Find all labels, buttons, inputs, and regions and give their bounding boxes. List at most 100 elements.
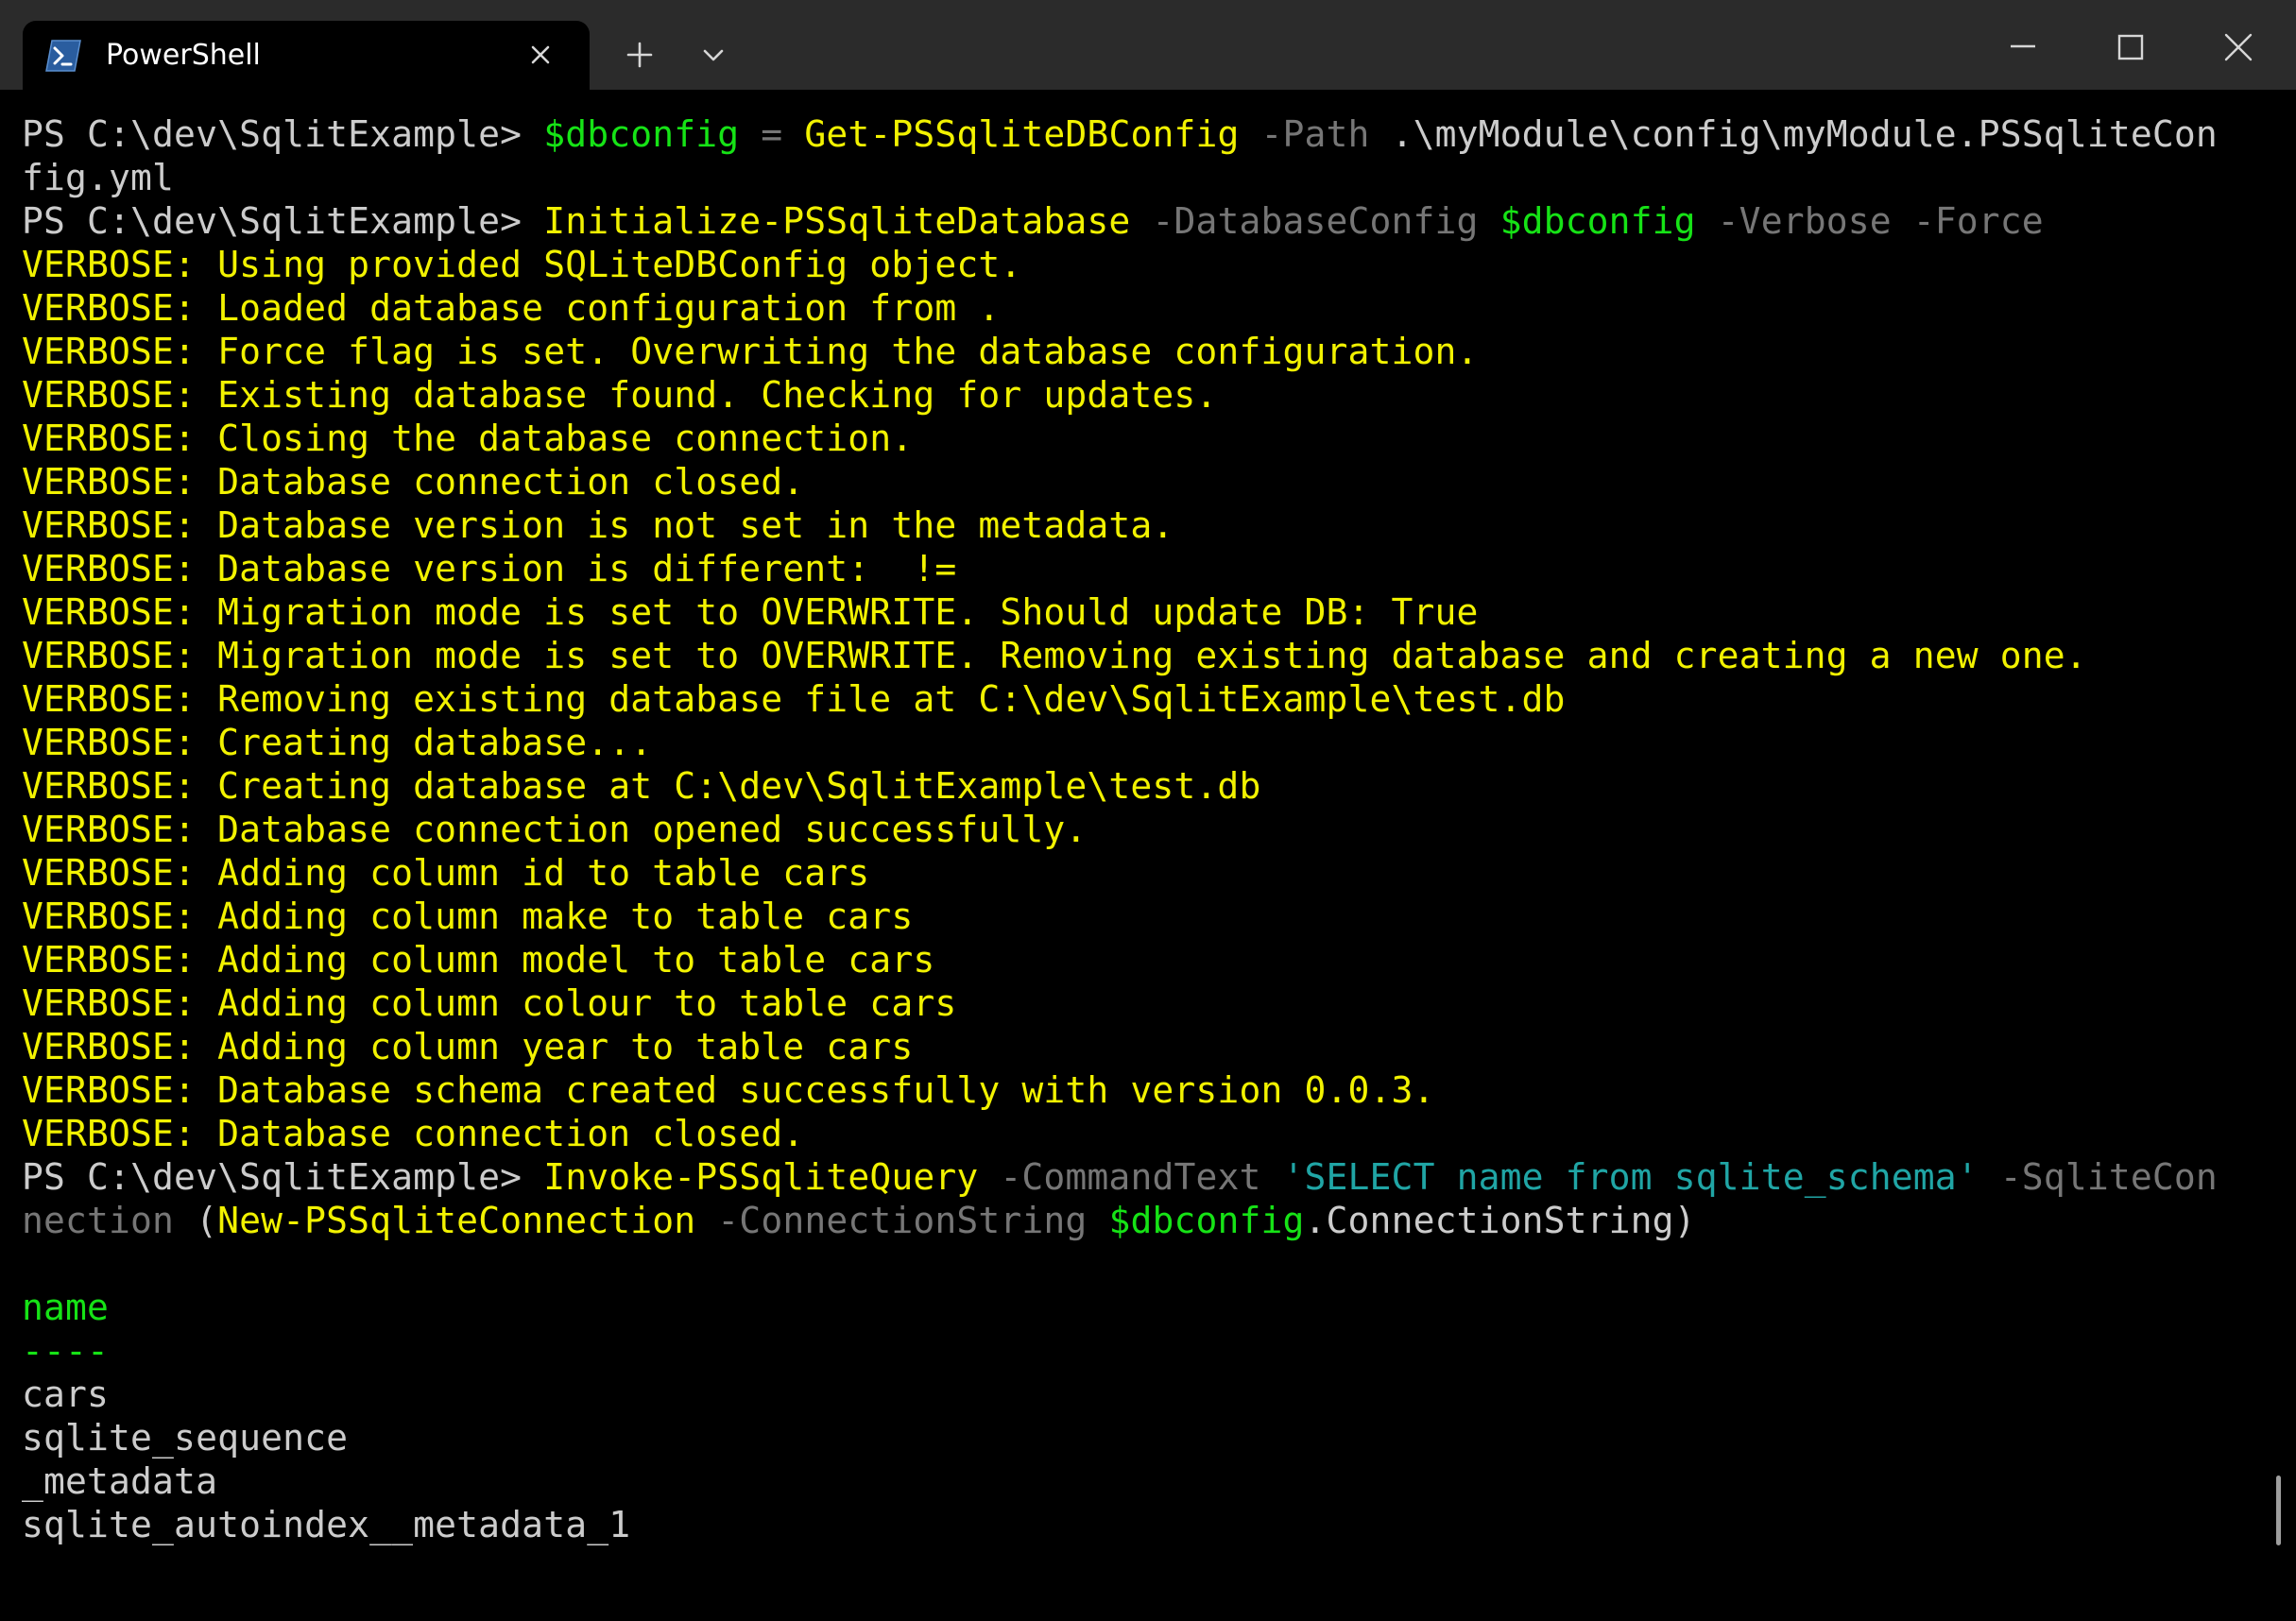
terminal-text: .ConnectionString) xyxy=(1304,1200,1696,1241)
terminal-text: fig.yml xyxy=(22,157,175,198)
terminal-line: sqlite_sequence xyxy=(22,1416,2218,1459)
terminal-text: Initialize-PSSqliteDatabase xyxy=(543,200,1131,242)
scrollbar-thumb[interactable] xyxy=(2276,1476,2281,1545)
terminal-line: VERBOSE: Adding column id to table cars xyxy=(22,851,2218,895)
terminal-line: VERBOSE: Force flag is set. Overwriting … xyxy=(22,330,2218,373)
terminal-text: 'SELECT name from sqlite_schema' xyxy=(1282,1156,1979,1198)
terminal-line: VERBOSE: Loaded database configuration f… xyxy=(22,286,2218,330)
terminal-lines: PS C:\dev\SqlitExample> $dbconfig = Get-… xyxy=(22,112,2218,1546)
terminal-line: VERBOSE: Database schema created success… xyxy=(22,1068,2218,1112)
terminal-text: PS C:\dev\SqlitExample> xyxy=(22,200,544,242)
terminal-text: VERBOSE: Database version is different: … xyxy=(22,548,957,589)
terminal-text: _metadata xyxy=(22,1460,218,1502)
terminal-text: VERBOSE: Force flag is set. Overwriting … xyxy=(22,331,1479,372)
terminal-line: PS C:\dev\SqlitExample> Invoke-PSSqliteQ… xyxy=(22,1155,2218,1199)
tab-dropdown-button[interactable] xyxy=(696,42,730,70)
terminal-text: ---- xyxy=(22,1330,110,1372)
terminal-text: VERBOSE: Database connection closed. xyxy=(22,1113,805,1154)
terminal-text: Invoke-PSSqliteQuery xyxy=(543,1156,979,1198)
terminal-output[interactable]: PS C:\dev\SqlitExample> $dbconfig = Get-… xyxy=(0,90,2296,1621)
terminal-line: sqlite_autoindex__metadata_1 xyxy=(22,1503,2218,1546)
terminal-text: $dbconfig xyxy=(1108,1200,1305,1241)
terminal-text: ( xyxy=(174,1200,218,1241)
terminal-line: VERBOSE: Adding column colour to table c… xyxy=(22,981,2218,1025)
terminal-text: -DatabaseConfig xyxy=(1152,200,1479,242)
terminal-text: VERBOSE: Adding column year to table car… xyxy=(22,1026,914,1067)
terminal-text: Get-PSSqliteDBConfig xyxy=(804,113,1240,155)
terminal-text: nection xyxy=(22,1200,175,1241)
maximize-button[interactable] xyxy=(2114,30,2148,64)
tab-powershell[interactable]: PowerShell xyxy=(23,21,590,90)
terminal-line: VERBOSE: Using provided SQLiteDBConfig o… xyxy=(22,243,2218,286)
terminal-line: fig.yml xyxy=(22,156,2218,199)
terminal-text: = xyxy=(761,113,783,155)
terminal-line: VERBOSE: Creating database... xyxy=(22,721,2218,764)
chevron-down-icon xyxy=(696,42,730,70)
terminal-text: -SqliteCon xyxy=(1999,1156,2218,1198)
terminal-text: VERBOSE: Adding column id to table cars xyxy=(22,852,870,894)
minimize-button[interactable] xyxy=(2006,28,2040,62)
terminal-text: -Verbose xyxy=(1717,200,1892,242)
terminal-text: VERBOSE: Loaded database configuration f… xyxy=(22,287,1001,329)
terminal-text: VERBOSE: Closing the database connection… xyxy=(22,418,914,459)
terminal-line: VERBOSE: Removing existing database file… xyxy=(22,677,2218,721)
terminal-text: sqlite_sequence xyxy=(22,1417,349,1459)
terminal-line: VERBOSE: Database connection closed. xyxy=(22,1112,2218,1155)
close-window-button[interactable] xyxy=(2221,30,2255,64)
terminal-line: VERBOSE: Database version is different: … xyxy=(22,547,2218,590)
close-icon xyxy=(2221,30,2255,64)
plus-icon xyxy=(623,38,657,72)
maximize-icon xyxy=(2114,30,2148,64)
terminal-line: VERBOSE: Database version is not set in … xyxy=(22,503,2218,547)
terminal-text: VERBOSE: Using provided SQLiteDBConfig o… xyxy=(22,244,1022,285)
terminal-line: VERBOSE: Adding column make to table car… xyxy=(22,895,2218,938)
terminal-line: name xyxy=(22,1286,2218,1329)
terminal-text: VERBOSE: Adding column colour to table c… xyxy=(22,982,957,1024)
tab-close-icon[interactable] xyxy=(523,38,557,72)
terminal-text: VERBOSE: Adding column make to table car… xyxy=(22,896,914,937)
terminal-line: VERBOSE: Existing database found. Checki… xyxy=(22,373,2218,417)
terminal-line: PS C:\dev\SqlitExample> $dbconfig = Get-… xyxy=(22,112,2218,156)
terminal-text: VERBOSE: Creating database... xyxy=(22,722,653,763)
terminal-text: $dbconfig xyxy=(1499,200,1696,242)
terminal-window: PowerShell PS C:\dev\SqlitExample> $dbco… xyxy=(0,0,2296,1621)
terminal-text: sqlite_autoindex__metadata_1 xyxy=(22,1504,631,1545)
terminal-line: VERBOSE: Adding column year to table car… xyxy=(22,1025,2218,1068)
terminal-text: New-PSSqliteConnection xyxy=(217,1200,696,1241)
terminal-line: VERBOSE: Migration mode is set to OVERWR… xyxy=(22,590,2218,634)
terminal-line: VERBOSE: Database connection closed. xyxy=(22,460,2218,503)
terminal-text: $dbconfig xyxy=(543,113,740,155)
terminal-text: VERBOSE: Creating database at C:\dev\Sql… xyxy=(22,765,1261,807)
terminal-text: name xyxy=(22,1287,110,1328)
terminal-line: VERBOSE: Migration mode is set to OVERWR… xyxy=(22,634,2218,677)
terminal-line: cars xyxy=(22,1373,2218,1416)
terminal-line: nection (New-PSSqliteConnection -Connect… xyxy=(22,1199,2218,1242)
title-bar: PowerShell xyxy=(0,0,2296,90)
powershell-icon xyxy=(45,40,81,72)
terminal-text: VERBOSE: Migration mode is set to OVERWR… xyxy=(22,635,2087,676)
terminal-text: cars xyxy=(22,1374,110,1415)
terminal-text: PS C:\dev\SqlitExample> xyxy=(22,113,544,155)
terminal-text: .\myModule\config\myModule.PSSqliteCon xyxy=(1369,113,2218,155)
new-tab-button[interactable] xyxy=(623,38,657,72)
terminal-text: VERBOSE: Adding column model to table ca… xyxy=(22,939,935,981)
terminal-text: VERBOSE: Database connection opened succ… xyxy=(22,809,1088,850)
terminal-line: VERBOSE: Database connection opened succ… xyxy=(22,808,2218,851)
terminal-line: PS C:\dev\SqlitExample> Initialize-PSSql… xyxy=(22,199,2218,243)
terminal-text: PS C:\dev\SqlitExample> xyxy=(22,1156,544,1198)
terminal-line: ---- xyxy=(22,1329,2218,1373)
terminal-line: _metadata xyxy=(22,1459,2218,1503)
minimize-icon xyxy=(2006,28,2040,62)
